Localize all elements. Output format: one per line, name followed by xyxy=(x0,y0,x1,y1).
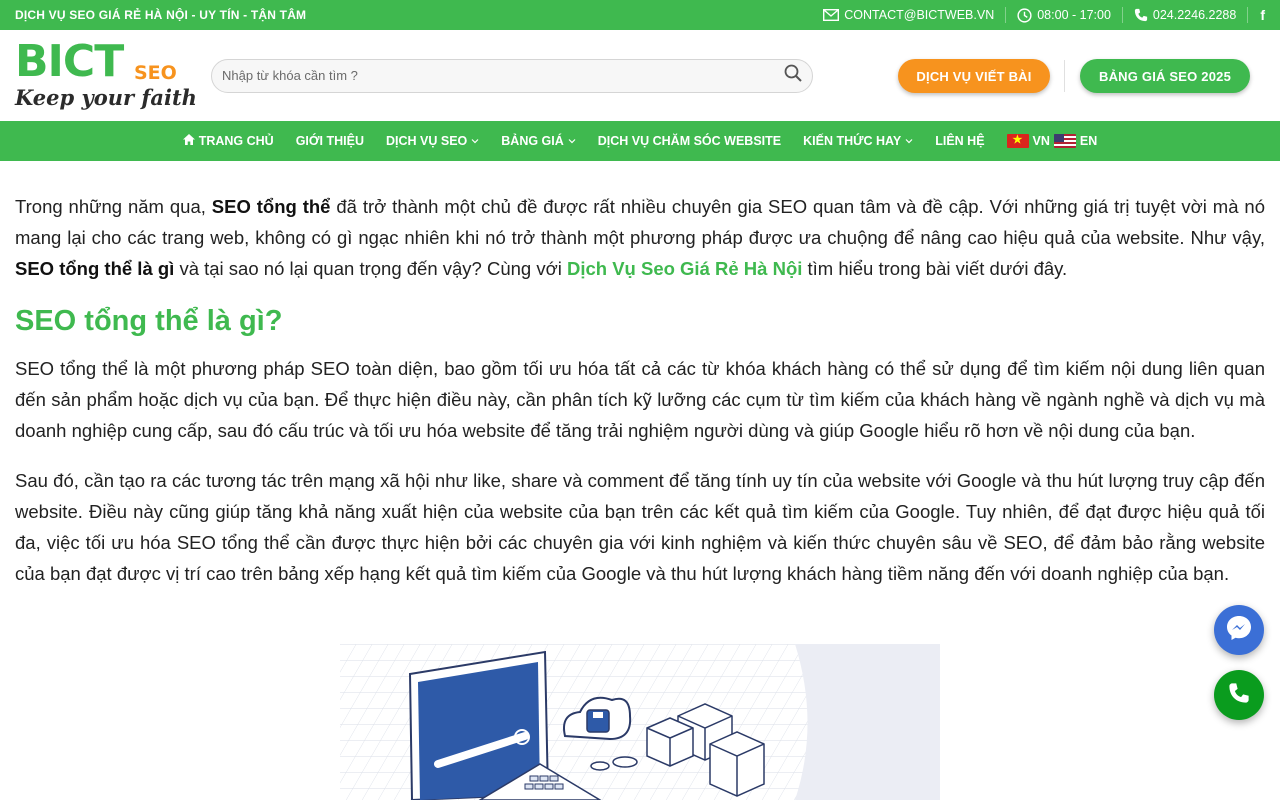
search-icon[interactable] xyxy=(784,64,802,87)
logo[interactable]: BICT SEO Keep your faith xyxy=(15,35,197,112)
messenger-icon xyxy=(1225,614,1253,647)
chevron-down-icon xyxy=(471,134,479,148)
hours-item: 08:00 - 17:00 xyxy=(1005,7,1122,23)
search-input[interactable] xyxy=(222,68,784,83)
intro-text-4: tìm hiểu trong bài viết dưới đây. xyxy=(802,258,1068,279)
article-illustration xyxy=(340,644,940,800)
nav-item-pricing[interactable]: BẢNG GIÁ xyxy=(490,121,587,161)
intro-bold-2: SEO tổng thể là gì xyxy=(15,258,175,279)
logo-slogan: Keep your faith xyxy=(15,84,197,110)
intro-paragraph: Trong những năm qua, SEO tổng thể đã trở… xyxy=(15,191,1265,284)
phone-icon xyxy=(1134,8,1148,22)
us-flag-icon xyxy=(1053,134,1076,148)
lang-en-label: EN xyxy=(1079,134,1098,148)
call-button[interactable] xyxy=(1214,670,1264,720)
nav-item-home[interactable]: TRANG CHỦ xyxy=(172,121,285,161)
nav-item-contact[interactable]: LIÊN HỆ xyxy=(924,121,995,161)
seo-pricing-button[interactable]: BẢNG GIÁ SEO 2025 xyxy=(1080,59,1250,93)
clock-icon xyxy=(1017,7,1032,23)
messenger-button[interactable] xyxy=(1214,605,1264,655)
main-nav: TRANG CHỦ GIỚI THIỆU DỊCH VỤ SEO BẢNG GI… xyxy=(0,121,1280,161)
nav-home-label: TRANG CHỦ xyxy=(198,134,274,148)
hours-text: 08:00 - 17:00 xyxy=(1037,8,1111,22)
facebook-icon[interactable]: f xyxy=(1247,7,1265,23)
nav-item-knowledge[interactable]: KIẾN THỨC HAY xyxy=(792,121,924,161)
chevron-down-icon xyxy=(905,134,913,148)
section-heading: SEO tổng thể là gì? xyxy=(15,305,283,337)
search-box xyxy=(211,58,813,93)
intro-text-1: Trong những năm qua, xyxy=(15,196,212,217)
logo-suffix: SEO xyxy=(134,61,177,84)
laptop-cloud-illustration xyxy=(340,644,940,800)
top-bar: DỊCH VỤ SEO GIÁ RẺ HÀ NỘI - UY TÍN - TẬN… xyxy=(0,0,1280,30)
writing-service-button[interactable]: DỊCH VỤ VIẾT BÀI xyxy=(898,59,1050,93)
phone-text: 024.2246.2288 xyxy=(1152,8,1237,22)
intro-bold-1: SEO tổng thể xyxy=(211,196,331,217)
nav-item-website-care[interactable]: DỊCH VỤ CHĂM SÓC WEBSITE xyxy=(587,121,792,161)
nav-pricing-label: BẢNG GIÁ xyxy=(501,134,564,148)
logo-brand: BICT xyxy=(15,35,124,87)
lang-vn-label: VN xyxy=(1032,134,1050,148)
article-content: Trong những năm qua, SEO tổng thể đã trở… xyxy=(0,161,1280,589)
lang-vn[interactable]: VN EN xyxy=(996,121,1109,161)
email-link[interactable]: CONTACT@BICTWEB.VN xyxy=(812,7,1005,23)
details-paragraph: Sau đó, cần tạo ra các tương tác trên mạ… xyxy=(15,470,1265,584)
phone-link[interactable]: 024.2246.2288 xyxy=(1121,7,1247,23)
intro-text-3: và tại sao nó lại quan trọng đến vậy? Cù… xyxy=(174,258,567,279)
nav-item-seo-service[interactable]: DỊCH VỤ SEO xyxy=(375,121,490,161)
home-icon xyxy=(182,134,195,148)
phone-icon xyxy=(1228,682,1250,709)
top-contacts: CONTACT@BICTWEB.VN 08:00 - 17:00 024.224… xyxy=(812,0,1265,30)
envelope-icon xyxy=(823,9,840,21)
nav-knowledge-label: KIẾN THỨC HAY xyxy=(803,134,902,148)
chevron-down-icon xyxy=(568,134,576,148)
definition-paragraph: SEO tổng thể là một phương pháp SEO toàn… xyxy=(15,358,1265,441)
tagline: DỊCH VỤ SEO GIÁ RẺ HÀ NỘI - UY TÍN - TẬN… xyxy=(15,8,307,22)
header-divider xyxy=(1064,60,1065,92)
vietnam-flag-icon xyxy=(1006,134,1029,148)
nav-seo-service-label: DỊCH VỤ SEO xyxy=(386,134,468,148)
nav-item-about[interactable]: GIỚI THIỆU xyxy=(285,121,375,161)
seo-service-link[interactable]: Dịch Vụ Seo Giá Rẻ Hà Nội xyxy=(567,258,802,279)
email-text: CONTACT@BICTWEB.VN xyxy=(844,8,995,22)
header: BICT SEO Keep your faith DỊCH VỤ VIẾT BÀ… xyxy=(0,30,1280,121)
